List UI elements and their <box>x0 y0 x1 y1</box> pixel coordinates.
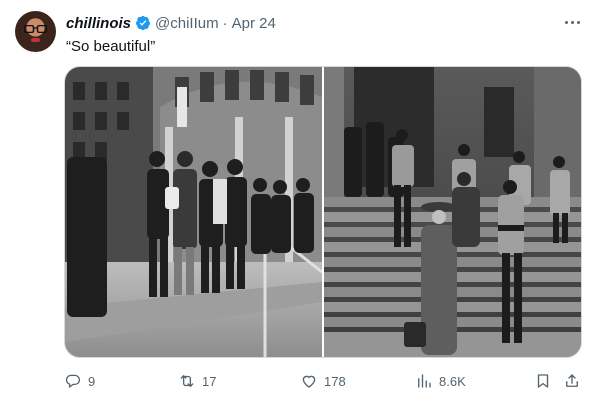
tweet-media[interactable] <box>64 66 582 358</box>
retweet-count: 17 <box>202 373 217 389</box>
header-separator: · <box>222 14 228 32</box>
photo-left[interactable] <box>65 67 322 357</box>
tweet-actions: 9 17 178 8.6K <box>64 371 582 391</box>
like-count: 178 <box>324 373 346 389</box>
tweet-text: “So beautiful” <box>66 38 156 55</box>
more-dot-icon <box>570 20 574 24</box>
reply-count: 9 <box>88 373 96 389</box>
more-options-button[interactable] <box>561 12 583 32</box>
heart-icon <box>302 375 316 388</box>
verified-badge-icon <box>136 15 151 31</box>
photo-right[interactable] <box>324 67 582 357</box>
more-dot-icon <box>564 20 568 24</box>
share-button[interactable] <box>563 371 581 391</box>
glasses-icon <box>24 25 47 33</box>
bookmark-icon <box>537 374 549 388</box>
reply-icon <box>65 374 81 388</box>
views-button[interactable]: 8.6K <box>415 371 466 391</box>
like-button[interactable]: 178 <box>300 371 346 391</box>
avatar-mouth <box>31 38 40 42</box>
tweet-card[interactable]: chillinois @chiIIum · Apr 24 “So beautif… <box>0 0 598 402</box>
retweet-button[interactable]: 17 <box>178 371 216 391</box>
reply-button[interactable]: 9 <box>64 371 95 391</box>
bookmark-button[interactable] <box>534 371 552 391</box>
views-chart-icon <box>418 374 431 388</box>
author-avatar[interactable] <box>15 11 56 52</box>
tweet-header: chillinois @chiIIum · Apr 24 <box>66 13 276 33</box>
share-icon <box>566 374 578 387</box>
more-dot-icon <box>576 20 580 24</box>
author-display-name[interactable]: chillinois <box>66 15 131 32</box>
retweet-icon <box>180 375 194 387</box>
author-handle[interactable]: @chiIIum <box>155 15 219 32</box>
tweet-date[interactable]: Apr 24 <box>232 15 276 32</box>
views-count: 8.6K <box>439 373 466 389</box>
